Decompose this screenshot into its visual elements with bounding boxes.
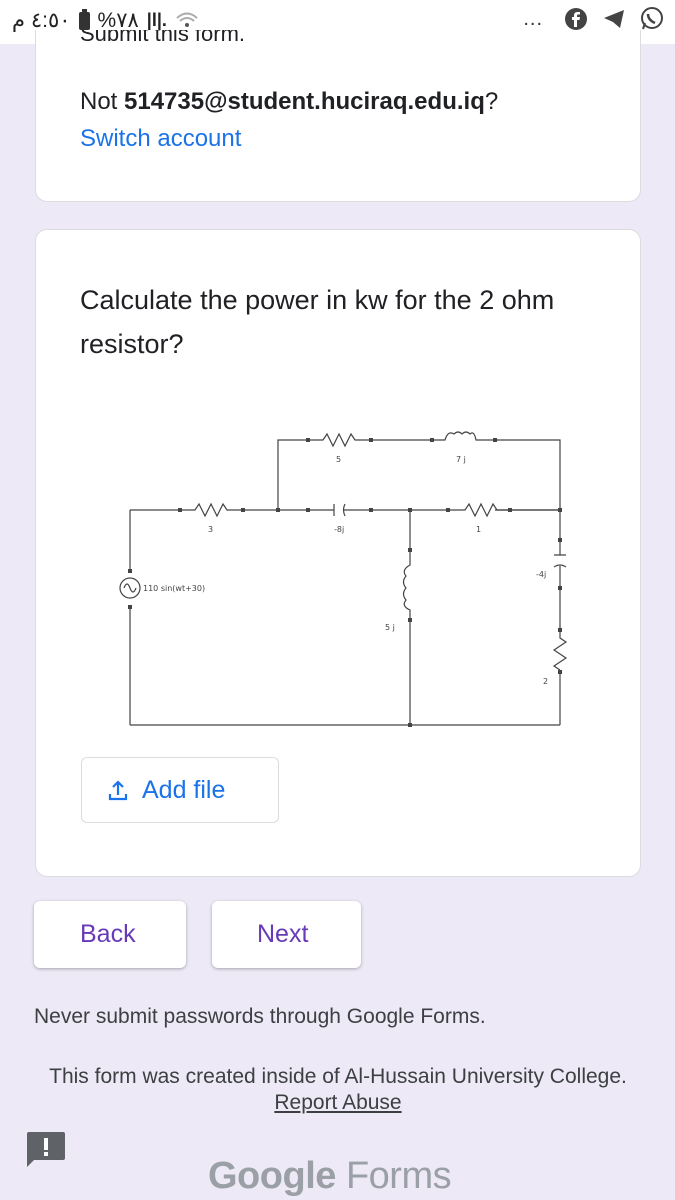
label-c8j: -8j (334, 525, 344, 534)
label-r3: 3 (208, 525, 213, 534)
inductor-5j (402, 550, 411, 620)
question-title: Calculate the power in kw for the 2 ohm … (80, 285, 555, 359)
resistor-1 (448, 502, 560, 518)
created-by-notice: This form was created inside of Al-Hussa… (49, 1065, 627, 1114)
label-l5j: 5 j (385, 623, 395, 632)
wifi-icon (176, 12, 198, 27)
telegram-icon (601, 6, 627, 32)
password-warning: Never submit passwords through Google Fo… (34, 1005, 486, 1028)
switch-account-link[interactable]: Switch account (80, 125, 241, 153)
resistor-2 (552, 630, 568, 671)
capacitor-4j (553, 540, 567, 588)
whatsapp-icon (639, 6, 665, 32)
account-card (35, 30, 641, 202)
label-source: 110 sin(wt+30) (143, 584, 205, 593)
account-email: 514735@student.huciraq.edu.iq (124, 88, 485, 115)
wire-mid-top (130, 439, 561, 725)
feedback-icon[interactable] (26, 1130, 66, 1168)
facebook-icon (563, 6, 589, 32)
ac-source-wave (123, 583, 137, 593)
back-button[interactable]: Back (34, 901, 186, 968)
capacitor-8j (308, 503, 371, 517)
status-right: ... (523, 6, 665, 32)
google-forms-logo: Google Forms (208, 1155, 452, 1197)
add-file-label: Add file (142, 775, 226, 804)
cut-off-text: Submit this form. (80, 30, 246, 46)
inductor-7j (432, 431, 495, 441)
signal-icon: |l|. (146, 10, 167, 30)
report-abuse-link[interactable]: Report Abuse (274, 1091, 401, 1114)
label-r1: 1 (476, 525, 481, 534)
add-file-button[interactable]: Add file (81, 757, 279, 823)
upload-icon (108, 780, 128, 801)
label-l7j: 7 j (456, 455, 466, 464)
resistor-3 (180, 502, 243, 518)
account-notice: Not 514735@student.huciraq.edu.iq? (80, 88, 499, 115)
resistor-5 (308, 432, 371, 448)
label-r2: 2 (543, 677, 548, 686)
next-button[interactable]: Next (212, 901, 361, 968)
label-c4j: -4j (536, 570, 546, 579)
battery-icon (78, 8, 90, 30)
more-icon: ... (523, 7, 543, 30)
label-r5: 5 (336, 455, 341, 464)
circuit-diagram: 3 5 7 j -8j 1 5 j -4j 2 110 sin(wt+30) (119, 431, 568, 727)
